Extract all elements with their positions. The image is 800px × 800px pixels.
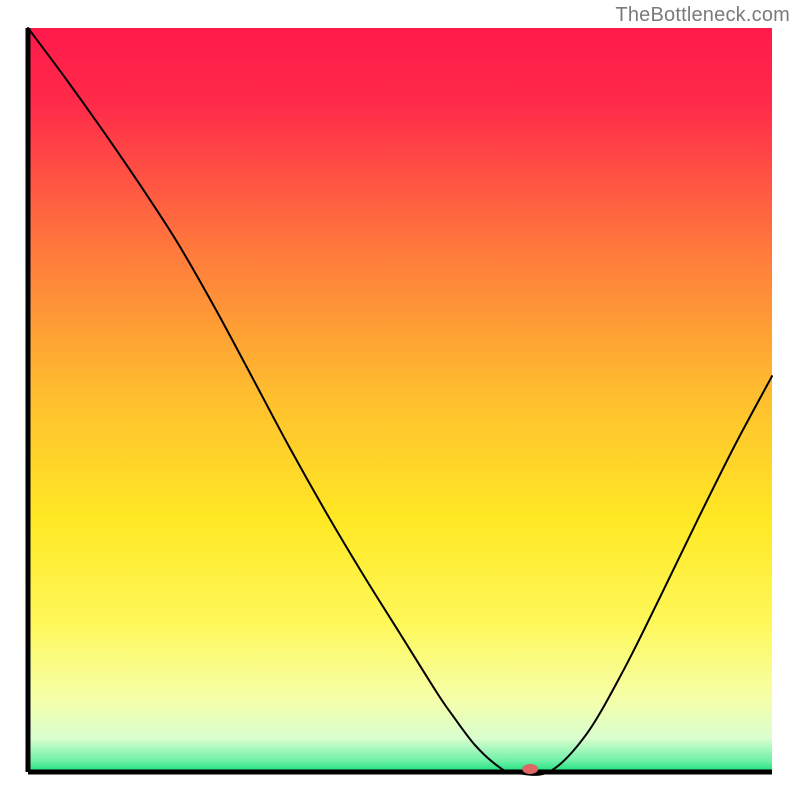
watermark-text: TheBottleneck.com <box>615 4 790 27</box>
chart-svg <box>0 0 800 800</box>
optimal-marker <box>522 764 538 774</box>
gradient-background <box>28 28 772 772</box>
bottleneck-chart: TheBottleneck.com <box>0 0 800 800</box>
